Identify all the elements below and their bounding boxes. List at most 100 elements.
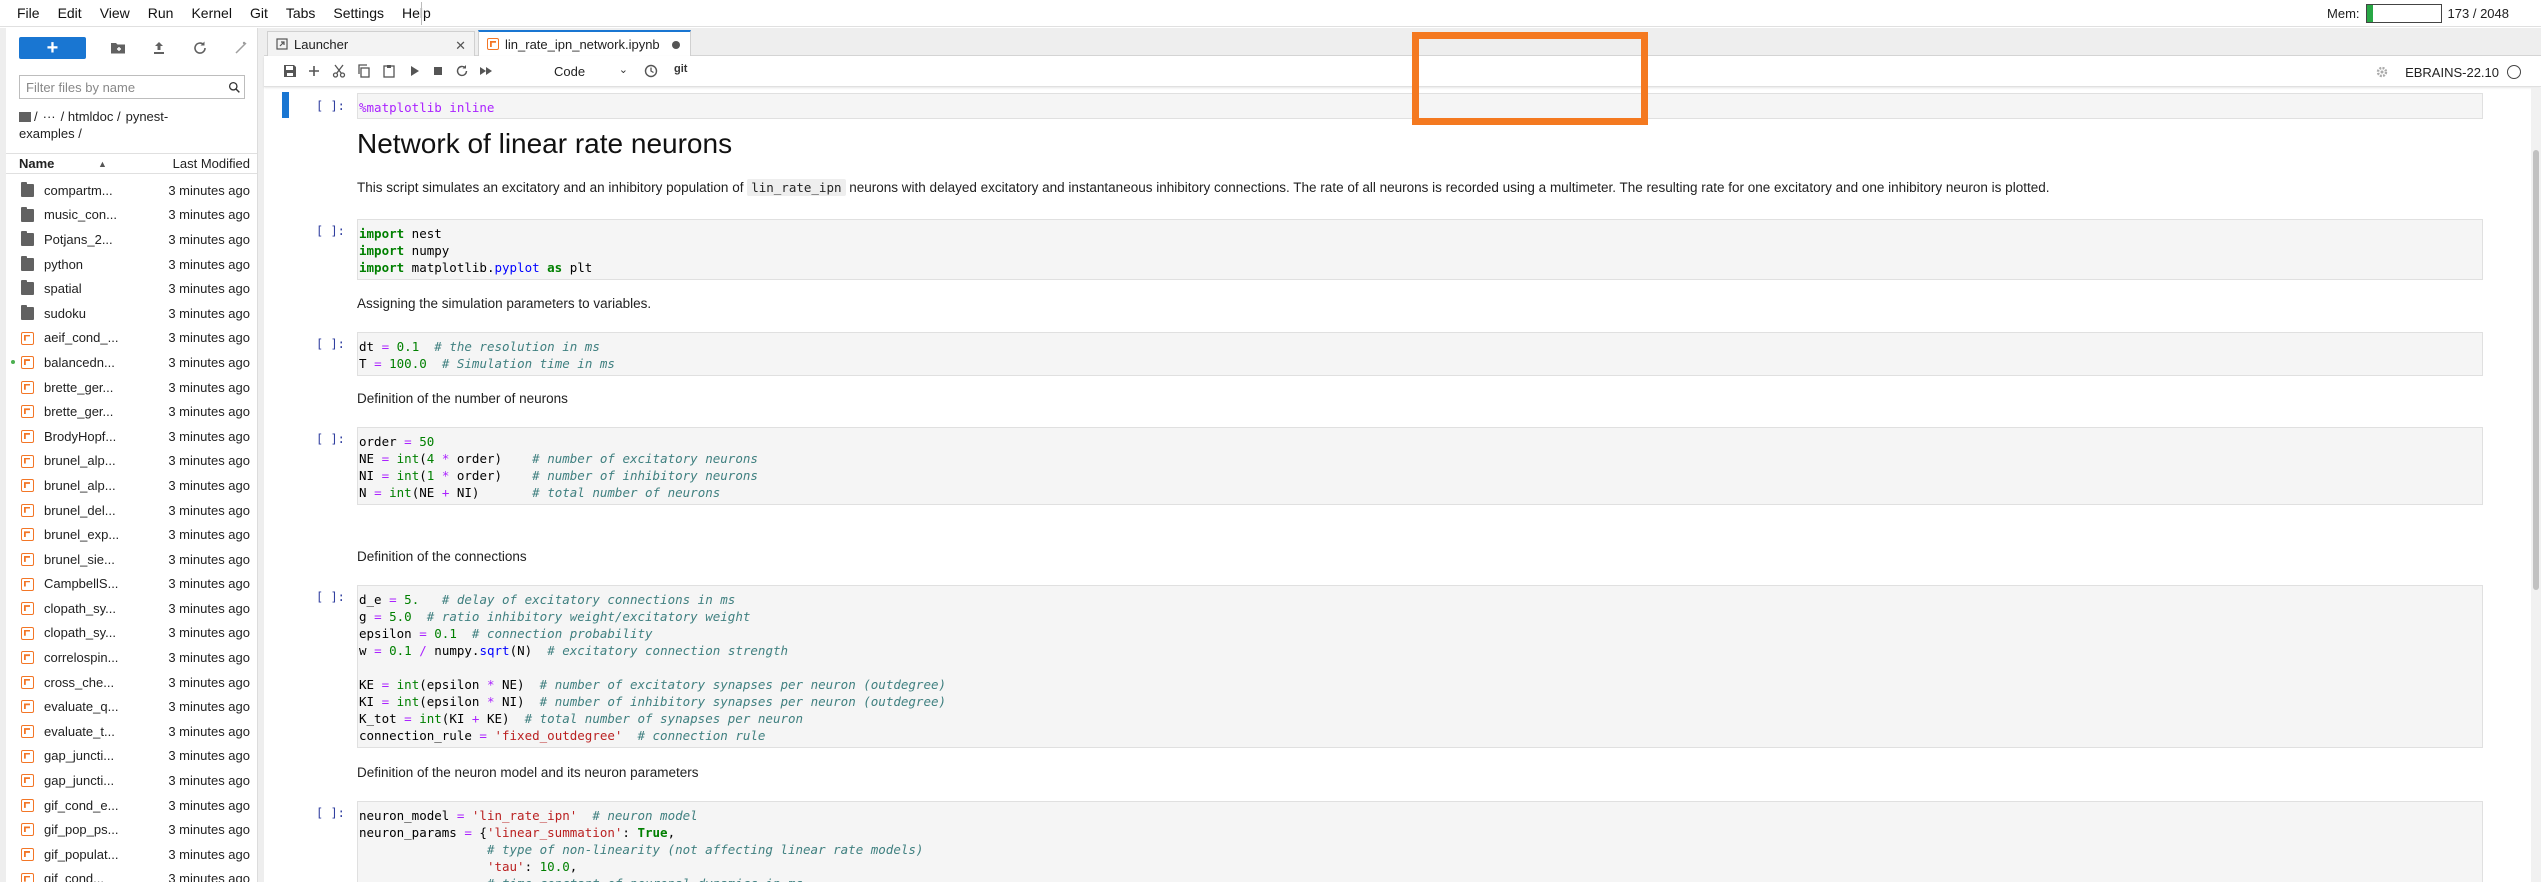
markdown-text: Assigning the simulation parameters to v… [357, 296, 652, 311]
new-folder-icon[interactable] [110, 39, 127, 57]
markdown-cell[interactable]: Assigning the simulation parameters to v… [357, 295, 2483, 313]
git-diff-button[interactable]: git [674, 63, 687, 75]
tab-notebook[interactable]: lin_rate_ipn_network.ipynb [478, 30, 691, 56]
file-name: brette_ger... [44, 404, 114, 420]
file-name: aeif_cond_... [44, 330, 119, 346]
code-editor[interactable]: dt = 0.1 # the resolution in ms T = 100.… [357, 332, 2483, 376]
file-list-item[interactable]: brunel_sie... 3 minutes ago [6, 547, 257, 572]
tab-launcher-label: Launcher [294, 36, 349, 52]
menu-help[interactable]: Help [393, 0, 440, 27]
intro-text-part: neurons with delayed excitatory and inst… [845, 180, 2050, 195]
unsaved-dot-icon[interactable] [672, 41, 680, 49]
folder-icon [21, 304, 34, 320]
menu-file[interactable]: File [8, 0, 49, 27]
refresh-icon[interactable] [192, 39, 209, 57]
file-list-item[interactable]: spatial 3 minutes ago [6, 276, 257, 301]
file-list-item[interactable]: sudoku 3 minutes ago [6, 301, 257, 326]
breadcrumb-htmldoc[interactable]: / htmldoc / [61, 109, 121, 124]
markdown-cell[interactable]: Definition of the number of neurons [357, 390, 2483, 408]
file-list-item[interactable]: gif_cond... 3 minutes ago [6, 867, 257, 882]
file-list-item[interactable]: compartm... 3 minutes ago [6, 178, 257, 203]
filter-input[interactable] [20, 76, 224, 98]
notebook-icon [21, 405, 34, 419]
file-list-item[interactable]: evaluate_q... 3 minutes ago [6, 694, 257, 719]
file-list-item[interactable]: gif_cond_e... 3 minutes ago [6, 793, 257, 818]
cell-type-select[interactable]: Code ⌄ [548, 61, 632, 81]
file-name: brunel_alp... [44, 477, 116, 493]
code-editor[interactable]: neuron_model = 'lin_rate_ipn' # neuron m… [357, 801, 2483, 882]
markdown-cell[interactable]: Definition of the connections [357, 548, 2483, 566]
file-list: compartm... 3 minutes ago music_con... 3 mi… [6, 178, 257, 882]
scrollbar-thumb[interactable] [2533, 150, 2539, 590]
notebook-icon [21, 749, 34, 763]
notebook-icon [21, 823, 34, 837]
menu-run[interactable]: Run [139, 0, 183, 27]
file-list-item[interactable]: brette_ger... 3 minutes ago [6, 375, 257, 400]
folder-icon[interactable] [19, 112, 31, 122]
close-icon[interactable]: ✕ [455, 38, 466, 54]
column-last-modified[interactable]: Last Modified [173, 156, 250, 171]
file-name: gap_juncti... [44, 773, 115, 789]
breadcrumb-root[interactable]: / [34, 109, 38, 124]
file-list-item[interactable]: evaluate_t... 3 minutes ago [6, 719, 257, 744]
stop-icon[interactable] [430, 63, 446, 79]
file-list-item[interactable]: music_con... 3 minutes ago [6, 203, 257, 228]
cell-prompt: [ ]: [316, 99, 345, 113]
menu-tabs[interactable]: Tabs [277, 0, 325, 27]
clock-icon[interactable] [643, 63, 659, 79]
run-icon[interactable] [406, 63, 422, 79]
cut-icon[interactable] [331, 63, 347, 79]
menu-edit[interactable]: Edit [49, 0, 91, 27]
file-list-item[interactable]: clopath_sy... 3 minutes ago [6, 621, 257, 646]
intro-text-part: This script simulates an excitatory and … [357, 180, 748, 195]
code-editor[interactable]: order = 50 NE = int(4 * order) # number … [357, 427, 2483, 505]
file-list-item[interactable]: brunel_exp... 3 minutes ago [6, 522, 257, 547]
restart-icon[interactable] [454, 63, 470, 79]
file-name: gif_pop_ps... [44, 822, 119, 838]
file-list-item[interactable]: correlospin... 3 minutes ago [6, 645, 257, 670]
markdown-cell[interactable]: This script simulates an excitatory and … [357, 179, 2483, 197]
file-modified: 3 minutes ago [168, 650, 250, 666]
notebook-scrollbar[interactable] [2531, 88, 2541, 882]
breadcrumb-examples[interactable]: examples / [19, 126, 82, 141]
file-list-item[interactable]: gif_populat... 3 minutes ago [6, 842, 257, 867]
file-list-item[interactable]: clopath_sy... 3 minutes ago [6, 596, 257, 621]
file-list-item[interactable]: balancedn... 3 minutes ago [6, 350, 257, 375]
file-list-item[interactable]: brunel_alp... 3 minutes ago [6, 473, 257, 498]
column-name[interactable]: Name [19, 156, 54, 171]
paste-icon[interactable] [381, 63, 397, 79]
menu-settings[interactable]: Settings [324, 0, 393, 27]
menu-git[interactable]: Git [241, 0, 277, 27]
file-list-item[interactable]: Potjans_2... 3 minutes ago [6, 227, 257, 252]
file-list-item[interactable]: brunel_del... 3 minutes ago [6, 498, 257, 523]
upload-icon[interactable] [151, 39, 168, 57]
code-editor[interactable]: d_e = 5. # delay of excitatory connectio… [357, 585, 2483, 748]
markdown-cell[interactable]: Definition of the neuron model and its n… [357, 764, 2483, 782]
file-list-item[interactable]: brette_ger... 3 minutes ago [6, 399, 257, 424]
breadcrumb-pynest[interactable]: pynest- [126, 109, 169, 124]
file-list-item[interactable]: CampbellS... 3 minutes ago [6, 572, 257, 597]
file-list-item[interactable]: brunel_alp... 3 minutes ago [6, 449, 257, 474]
kernel-name[interactable]: EBRAINS-22.10 [2405, 65, 2499, 80]
fast-forward-icon[interactable] [478, 63, 494, 79]
markdown-cell[interactable]: Network of linear rate neurons [357, 128, 2483, 160]
notebook-icon [21, 602, 34, 616]
file-list-item[interactable]: gap_juncti... 3 minutes ago [6, 768, 257, 793]
add-cell-icon[interactable] [306, 63, 322, 79]
breadcrumb-ellipsis[interactable]: ··· [43, 109, 56, 124]
gear-icon[interactable] [2375, 65, 2389, 79]
menu-view[interactable]: View [91, 0, 139, 27]
tab-launcher[interactable]: Launcher ✕ [267, 31, 475, 56]
save-icon[interactable] [282, 63, 298, 79]
file-list-item[interactable]: BrodyHopf... 3 minutes ago [6, 424, 257, 449]
code-editor[interactable]: import nest import numpy import matplotl… [357, 219, 2483, 280]
copy-icon[interactable] [356, 63, 372, 79]
new-launcher-button[interactable]: + [19, 37, 86, 59]
file-list-item[interactable]: gap_juncti... 3 minutes ago [6, 744, 257, 769]
git-clone-icon[interactable] [232, 39, 249, 57]
menu-kernel[interactable]: Kernel [182, 0, 240, 27]
file-list-item[interactable]: aeif_cond_... 3 minutes ago [6, 326, 257, 351]
file-list-item[interactable]: python 3 minutes ago [6, 252, 257, 277]
file-list-item[interactable]: gif_pop_ps... 3 minutes ago [6, 817, 257, 842]
file-list-item[interactable]: cross_che... 3 minutes ago [6, 670, 257, 695]
